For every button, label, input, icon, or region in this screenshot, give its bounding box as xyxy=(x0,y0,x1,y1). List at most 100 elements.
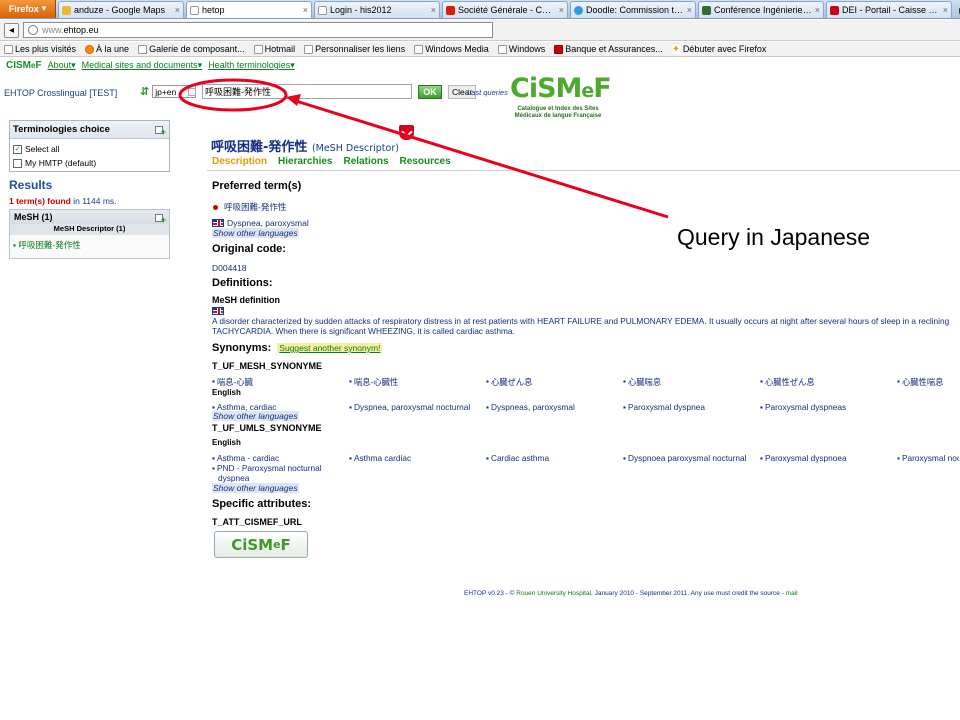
tab-google-maps[interactable]: anduze - Google Maps × xyxy=(58,1,184,18)
tab-label: Doodle: Commission techno xyxy=(586,5,684,15)
badge-text: e xyxy=(273,538,281,551)
synonym-item: ▪ 喘息-心臓 xyxy=(212,376,253,387)
bookmark-debuter-firefox[interactable]: ✦ Débuter avec Firefox xyxy=(671,43,766,55)
bookmark-label: Les plus visités xyxy=(15,44,77,54)
shield-icon xyxy=(399,125,414,140)
synonyms-heading: Synonyms: Suggest another synonym! xyxy=(212,342,383,354)
result-item[interactable]: ▪ 呼吸困難-発作性 xyxy=(10,239,169,251)
bookmark-windows-media[interactable]: Windows Media xyxy=(414,44,489,54)
synonym-label: 心臓性喘息 xyxy=(901,377,944,387)
keyboard-icon[interactable] xyxy=(188,87,196,96)
mesh-descriptor-label: MeSH Descriptor (1) xyxy=(10,224,169,235)
ok-button[interactable]: OK xyxy=(418,84,442,99)
badge-text: CiSM xyxy=(231,535,274,554)
synonym-item: ▪ 心臓性ぜん息 xyxy=(760,376,815,387)
result-item-label: 呼吸困難-発作性 xyxy=(18,240,81,250)
mesh-definition-heading: MeSH definition xyxy=(212,295,280,305)
tab-login-his2012[interactable]: Login - his2012 × xyxy=(314,1,440,18)
menu-health-terminologies[interactable]: Health terminologies▾ xyxy=(208,60,295,71)
show-other-languages-link[interactable]: Show other languages xyxy=(212,411,299,421)
bookmark-most-visited[interactable]: Les plus visités xyxy=(4,44,76,54)
bookmark-windows[interactable]: Windows xyxy=(497,44,545,54)
firefox-menu-label: Firefox xyxy=(8,3,39,14)
show-other-languages-link[interactable]: Show other languages xyxy=(212,483,299,493)
close-icon[interactable]: × xyxy=(303,5,308,15)
tab-societe-generale[interactable]: Société Générale - Comptes ... × xyxy=(442,1,568,18)
tab-relations[interactable]: Relations xyxy=(344,156,389,167)
url-scheme: www. xyxy=(42,25,64,35)
close-icon[interactable]: × xyxy=(559,5,564,15)
bookmark-hotmail[interactable]: Hotmail xyxy=(253,44,295,54)
panel-title: Terminologies choice xyxy=(13,124,110,135)
search-input[interactable]: 呼吸困難-発作性 xyxy=(202,84,412,99)
bookmark-galerie[interactable]: Galerie de composant... xyxy=(138,44,245,54)
doodle-favicon-icon xyxy=(574,5,583,15)
synonym-item: ▪ Cardiac asthma xyxy=(486,453,550,463)
annotation-overlay xyxy=(178,78,669,219)
close-icon[interactable]: × xyxy=(815,5,820,15)
specific-attributes-heading: Specific attributes: xyxy=(212,498,312,510)
results-count: 1 term(s) found in 1144 ms. xyxy=(9,196,117,206)
rss-icon xyxy=(85,44,95,54)
synonym-item: ▪ 心臓ぜん息 xyxy=(486,376,533,387)
synonym-item: ▪ Paroxysmal noc xyxy=(897,453,959,463)
close-icon[interactable]: × xyxy=(687,5,692,15)
hospital-link[interactable]: Rouen University Hospital xyxy=(516,590,591,597)
uf-umls-heading: T_UF_UMLS_SYNONYME xyxy=(212,423,322,433)
cismef-logo[interactable]: CiSMeF Catalogue et Index des Sites Médic… xyxy=(510,75,612,120)
bookmark-personnaliser[interactable]: Personnaliser les liens xyxy=(304,44,405,54)
tab-hetop[interactable]: hetop × xyxy=(186,1,312,18)
back-arrow-icon[interactable]: ◂ xyxy=(4,22,19,38)
synonym-label: 心臓性ぜん息 xyxy=(764,377,815,387)
last-queries-link[interactable]: Last queries xyxy=(467,88,508,97)
preferred-terms-heading: Preferred term(s) xyxy=(212,180,302,192)
url-bar[interactable]: www.ehtop.eu xyxy=(23,22,493,38)
close-icon[interactable]: × xyxy=(431,5,436,15)
cismef-url-badge[interactable]: CiSM e F xyxy=(214,531,308,558)
page-icon xyxy=(253,44,263,54)
suggest-synonym-link[interactable]: Suggest another synonym! xyxy=(277,343,383,353)
option-label: Select all xyxy=(25,144,60,154)
site-menu: CISMeF About▾ Medical sites and document… xyxy=(6,60,295,71)
checkbox-checked[interactable]: ✓ xyxy=(13,144,22,154)
swap-arrows-icon[interactable]: ⇵ xyxy=(140,86,149,97)
close-icon[interactable]: × xyxy=(175,5,180,15)
tab-label: anduze - Google Maps xyxy=(74,5,166,15)
logo-text: e xyxy=(581,80,594,102)
synonym-item: ▪ PND - Paroxysmal nocturnal xyxy=(212,463,322,473)
tab-resources[interactable]: Resources xyxy=(400,156,451,167)
menu-about[interactable]: About▾ xyxy=(48,60,76,71)
menu-medical-sites[interactable]: Medical sites and documents▾ xyxy=(82,60,203,71)
brand-part: CISM xyxy=(6,60,31,71)
synonym-label: 心臓喘息 xyxy=(627,377,662,387)
synonym-continuation: dyspnea xyxy=(218,473,249,483)
checkbox[interactable] xyxy=(13,158,22,168)
more-tabs-icon[interactable]: ▸ xyxy=(954,1,960,18)
add-terminology-icon[interactable] xyxy=(155,125,166,137)
show-other-languages-link[interactable]: Show other languages xyxy=(212,228,299,238)
bookmark-a-la-une[interactable]: À la une xyxy=(85,44,129,54)
title-type: (MeSH Descriptor) xyxy=(311,143,399,154)
title-term: 呼吸困難-発作性 xyxy=(211,140,308,155)
select-all-option[interactable]: ✓ Select all xyxy=(10,142,169,156)
page-icon xyxy=(414,44,424,54)
firefox-icon: ✦ xyxy=(671,43,681,55)
tab-description[interactable]: Description xyxy=(212,156,267,167)
bookmark-banque[interactable]: Banque et Assurances... xyxy=(554,44,663,54)
tab-dei-portail[interactable]: DEI - Portail - Caisse d'Eparg... × xyxy=(826,1,952,18)
close-icon[interactable]: × xyxy=(943,5,948,15)
synonym-item: ▪ 心臓性喘息 xyxy=(897,376,944,387)
tab-hierarchies[interactable]: Hierarchies xyxy=(278,156,332,167)
my-hmtp-option[interactable]: My HMTP (default) xyxy=(10,156,169,170)
cismef-brand[interactable]: CISMeF xyxy=(6,60,42,71)
mail-link[interactable]: mail xyxy=(786,590,798,597)
add-icon[interactable] xyxy=(155,213,166,225)
tab-conference[interactable]: Conférence Ingénierie des C... × xyxy=(698,1,824,18)
uf-mesh-heading: T_UF_MESH_SYNONYME xyxy=(212,361,323,371)
synonym-label: Paroxysmal dyspnoea xyxy=(764,453,847,463)
firefox-menu-button[interactable]: Firefox ▾ xyxy=(0,0,56,18)
page-favicon-icon xyxy=(190,5,199,15)
english-label: English xyxy=(212,438,241,447)
synonym-label: dyspnea xyxy=(218,473,250,483)
tab-doodle[interactable]: Doodle: Commission techno × xyxy=(570,1,696,18)
